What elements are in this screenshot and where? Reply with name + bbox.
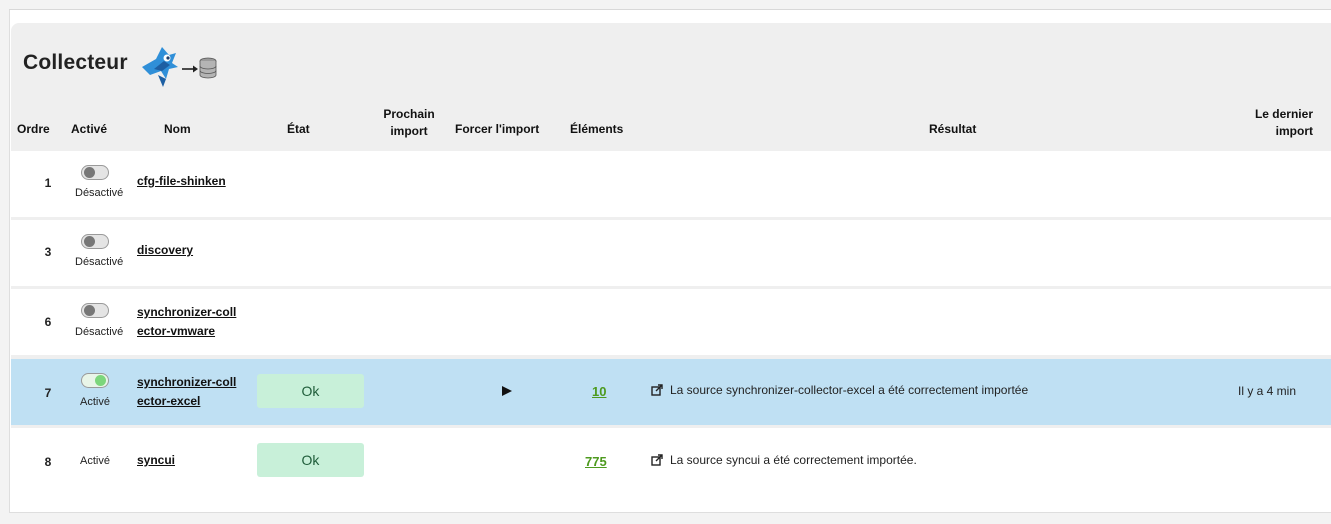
row-ordre: 7	[44, 386, 52, 400]
row-ordre: 8	[44, 455, 52, 469]
active-status-label: Désactivé	[75, 256, 124, 268]
col-prochain-line-1: Prochain	[383, 107, 435, 121]
collector-logo-icon	[136, 39, 222, 94]
result-message: La source synchronizer-collector-excel a…	[651, 383, 1028, 397]
row-ordre: 3	[44, 245, 52, 259]
collector-name-line-1: synchronizer-coll	[137, 305, 237, 319]
table-row[interactable]: 8 Activé syncui Ok 775 La source syncui …	[11, 428, 1331, 494]
collector-name-link[interactable]: syncui	[137, 451, 175, 470]
elements-count-link[interactable]: 775	[585, 454, 607, 469]
col-dernier-line-2: import	[1275, 124, 1313, 138]
col-forcer-import: Forcer l'import	[455, 122, 540, 136]
active-toggle[interactable]	[81, 165, 109, 180]
active-toggle[interactable]	[81, 234, 109, 249]
col-ordre: Ordre	[17, 122, 50, 136]
table-row[interactable]: 1 Désactivé cfg-file-shinken	[11, 151, 1331, 217]
row-ordre: 1	[44, 176, 52, 190]
table-row-selected[interactable]: 7 Activé synchronizer-coll ector-excel O…	[11, 359, 1331, 425]
col-etat: État	[287, 122, 310, 136]
result-text: La source syncui a été correctement impo…	[670, 453, 917, 467]
external-link-icon[interactable]	[651, 454, 663, 466]
collector-name-line-1: cfg-file-shinken	[137, 174, 226, 188]
col-dernier-import: Le dernier import	[1251, 106, 1313, 140]
col-nom: Nom	[164, 122, 191, 136]
collector-name-line-1: discovery	[137, 243, 194, 257]
col-prochain-import: Prochain import	[381, 106, 437, 140]
result-message: La source syncui a été correctement impo…	[651, 453, 917, 467]
col-active: Activé	[71, 122, 108, 136]
title-row: Collecteur	[11, 39, 222, 99]
collector-name-line-1: syncui	[137, 453, 176, 467]
active-status-label: Activé	[80, 455, 110, 467]
active-status-label: Désactivé	[75, 187, 124, 199]
collector-name-link[interactable]: synchronizer-coll ector-excel	[137, 373, 236, 411]
collector-panel: Collecteur Ordre Activé Nom État Prochai…	[11, 23, 1331, 494]
collector-name-link[interactable]: discovery	[137, 241, 193, 260]
active-status-label: Désactivé	[75, 326, 124, 338]
table-row[interactable]: 6 Désactivé synchronizer-coll ector-vmwa…	[11, 289, 1331, 355]
collector-name-line-2: ector-vmware	[137, 324, 216, 338]
force-import-play-icon[interactable]	[502, 386, 512, 396]
collector-name-line-1: synchronizer-coll	[137, 375, 237, 389]
last-import-time: Il y a 4 min	[1238, 384, 1297, 398]
external-link-icon[interactable]	[651, 384, 663, 396]
table-header: Ordre Activé Nom État Prochain import Fo…	[11, 106, 1331, 151]
collector-name-link[interactable]: cfg-file-shinken	[137, 172, 226, 191]
collector-name-link[interactable]: synchronizer-coll ector-vmware	[137, 303, 236, 341]
result-text: La source synchronizer-collector-excel a…	[670, 383, 1029, 397]
page-title: Collecteur	[23, 51, 128, 74]
col-elements: Éléments	[570, 122, 624, 136]
row-ordre: 6	[44, 315, 52, 329]
status-badge: Ok	[257, 443, 364, 477]
status-badge: Ok	[257, 374, 364, 408]
elements-count-link[interactable]: 10	[592, 384, 606, 399]
table-row[interactable]: 3 Désactivé discovery	[11, 220, 1331, 286]
active-status-label: Activé	[80, 396, 110, 408]
active-toggle[interactable]	[81, 373, 109, 388]
col-prochain-line-2: import	[390, 124, 428, 138]
col-resultat: Résultat	[929, 122, 977, 136]
collector-name-line-2: ector-excel	[137, 394, 201, 408]
active-toggle[interactable]	[81, 303, 109, 318]
col-dernier-line-1: Le dernier	[1254, 107, 1313, 121]
